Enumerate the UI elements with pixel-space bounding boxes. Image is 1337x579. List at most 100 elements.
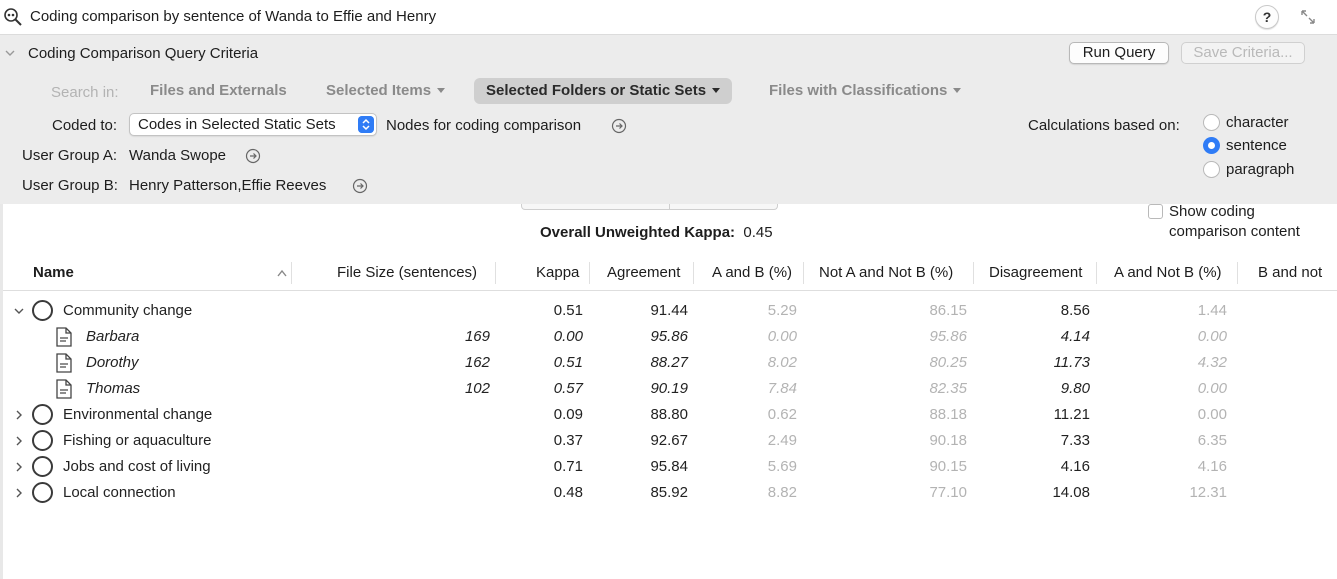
row-a-not-b: 12.31: [1189, 484, 1227, 501]
column-file-size[interactable]: File Size (sentences): [337, 264, 477, 281]
row-name: Thomas: [86, 380, 141, 397]
row-not-a-not-b: 88.18: [929, 406, 967, 423]
scope-selected-folders[interactable]: Selected Folders or Static Sets: [474, 78, 733, 104]
scope-selected-items[interactable]: Selected Items: [314, 78, 457, 104]
column-not-a-not-b[interactable]: Not A and Not B (%): [819, 264, 953, 281]
row-name: Fishing or aquaculture: [63, 432, 212, 449]
column-disagreement[interactable]: Disagreement: [989, 264, 1082, 281]
row-agreement: 95.86: [650, 328, 688, 345]
window-titlebar: Coding comparison by sentence of Wanda t…: [0, 0, 1337, 34]
row-a-not-b: 4.32: [1197, 354, 1227, 371]
row-a-not-b: 0.00: [1197, 406, 1227, 423]
radio-character-label: character: [1226, 114, 1289, 131]
column-kappa[interactable]: Kappa: [536, 264, 579, 281]
nodes-for-comparison-label: Nodes for coding comparison: [386, 117, 582, 134]
row-disagreement: 11.73: [1053, 354, 1090, 371]
row-file-size: 162: [464, 354, 490, 371]
row-name: Local connection: [63, 484, 176, 501]
save-criteria-button[interactable]: Save Criteria...: [1181, 42, 1305, 64]
search-in-label: Search in:: [51, 84, 119, 101]
table-header: Name File Size (sentences) Kappa Agreeme…: [3, 254, 1337, 291]
overall-kappa-value: 0.45: [743, 224, 773, 241]
column-separator: [1096, 262, 1097, 284]
document-icon: [56, 379, 72, 399]
row-not-a-not-b: 77.10: [929, 484, 967, 501]
row-kappa: 0.48: [553, 484, 583, 501]
table-row[interactable]: Fishing or aquaculture 0.37 92.67 2.49 9…: [3, 428, 1337, 454]
row-agreement: 92.67: [650, 432, 688, 449]
row-file-size: 169: [464, 328, 490, 345]
table-row[interactable]: Barbara 169 0.00 95.86 0.00 95.86 4.14 0…: [3, 324, 1337, 350]
row-agreement: 88.80: [650, 406, 688, 423]
row-not-a-not-b: 82.35: [929, 380, 967, 397]
column-separator: [973, 262, 974, 284]
column-separator: [291, 262, 292, 284]
row-disagreement: 4.16: [1060, 458, 1090, 475]
table-row[interactable]: Dorothy 162 0.51 88.27 8.02 80.25 11.73 …: [3, 350, 1337, 376]
view-switch-tabs[interactable]: [521, 204, 778, 210]
row-name: Environmental change: [63, 406, 213, 423]
sort-ascending-icon[interactable]: [276, 268, 288, 278]
arrow-circle-right-icon[interactable]: [352, 178, 368, 194]
row-file-size: 102: [464, 380, 490, 397]
scope-files-with-classifications[interactable]: Files with Classifications: [757, 78, 973, 104]
stepper-icon: [358, 116, 374, 133]
criteria-title: Coding Comparison Query Criteria: [28, 45, 259, 62]
row-not-a-not-b: 95.86: [929, 328, 967, 345]
column-a-not-b[interactable]: A and Not B (%): [1114, 264, 1222, 281]
overall-kappa: Overall Unweighted Kappa: 0.45: [540, 224, 773, 241]
row-kappa: 0.57: [553, 380, 583, 397]
arrow-circle-right-icon[interactable]: [245, 148, 261, 164]
row-a-not-b: 1.44: [1197, 302, 1227, 319]
row-kappa: 0.51: [553, 302, 583, 319]
column-agreement[interactable]: Agreement: [607, 264, 680, 281]
row-not-a-not-b: 80.25: [929, 354, 967, 371]
row-disagreement: 11.21: [1053, 406, 1090, 423]
column-name[interactable]: Name: [33, 264, 74, 281]
row-a-and-b: 5.29: [767, 302, 797, 319]
table-row[interactable]: Thomas 102 0.57 90.19 7.84 82.35 9.80 0.…: [3, 376, 1337, 402]
radio-paragraph[interactable]: [1203, 161, 1220, 178]
column-separator: [589, 262, 590, 284]
run-query-button[interactable]: Run Query: [1069, 42, 1169, 64]
table-row[interactable]: Jobs and cost of living 0.71 95.84 5.69 …: [3, 454, 1337, 480]
row-a-and-b: 0.62: [767, 406, 797, 423]
user-group-b-label: User Group B:: [22, 177, 118, 194]
row-a-not-b: 0.00: [1197, 328, 1227, 345]
chevron-right-icon[interactable]: [13, 435, 25, 447]
table-row[interactable]: Community change 0.51 91.44 5.29 86.15 8…: [3, 298, 1337, 324]
coded-to-select[interactable]: Codes in Selected Static Sets: [129, 113, 377, 136]
table-row[interactable]: Environmental change 0.09 88.80 0.62 88.…: [3, 402, 1337, 428]
expand-icon[interactable]: [1300, 9, 1316, 25]
column-a-and-b[interactable]: A and B (%): [712, 264, 792, 281]
chevron-down-icon[interactable]: [13, 305, 25, 317]
row-not-a-not-b: 86.15: [929, 302, 967, 319]
query-icon: [4, 8, 22, 26]
row-name: Jobs and cost of living: [63, 458, 211, 475]
node-icon: [32, 456, 53, 477]
calculations-label: Calculations based on:: [1028, 117, 1180, 134]
row-a-and-b: 8.02: [767, 354, 797, 371]
table-row[interactable]: Local connection 0.48 85.92 8.82 77.10 1…: [3, 480, 1337, 506]
chevron-right-icon[interactable]: [13, 461, 25, 473]
radio-sentence[interactable]: [1203, 137, 1220, 154]
document-icon: [56, 353, 72, 373]
row-kappa: 0.00: [553, 328, 583, 345]
chevron-right-icon[interactable]: [13, 487, 25, 499]
query-criteria-panel: Coding Comparison Query Criteria Run Que…: [0, 34, 1337, 204]
arrow-circle-right-icon[interactable]: [611, 118, 627, 134]
chevron-right-icon[interactable]: [13, 409, 25, 421]
user-group-a-value: Wanda Swope: [129, 147, 227, 164]
radio-character[interactable]: [1203, 114, 1220, 131]
row-kappa: 0.71: [553, 458, 583, 475]
row-a-and-b: 2.49: [767, 432, 797, 449]
help-button[interactable]: ?: [1255, 5, 1279, 29]
column-separator: [693, 262, 694, 284]
column-b-not-a[interactable]: B and not: [1258, 264, 1322, 281]
scope-files-and-externals[interactable]: Files and Externals: [138, 78, 299, 104]
row-name: Dorothy: [86, 354, 139, 371]
chevron-down-icon[interactable]: [4, 47, 16, 59]
show-content-checkbox[interactable]: [1148, 204, 1163, 219]
row-a-and-b: 7.84: [767, 380, 797, 397]
user-group-b-value: Henry Patterson,Effie Reeves: [129, 177, 327, 194]
